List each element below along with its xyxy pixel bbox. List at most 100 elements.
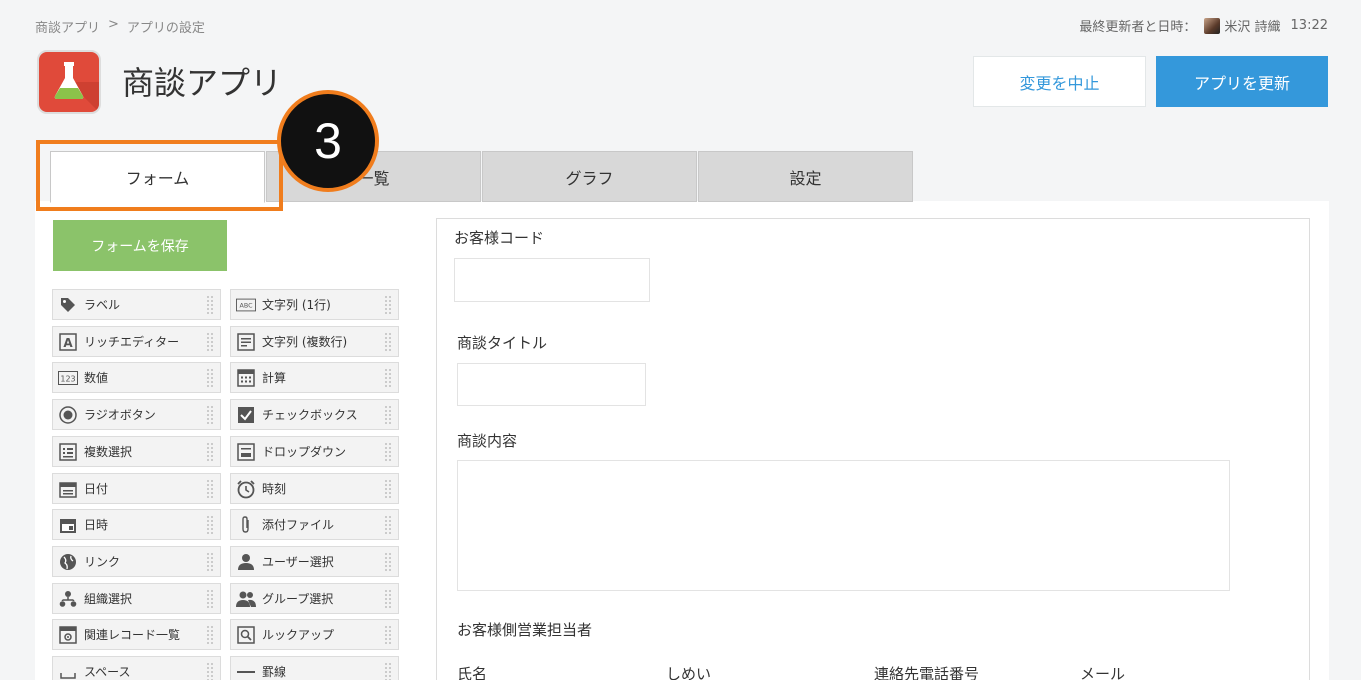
palette-item-org[interactable]: 組織選択: [52, 583, 221, 614]
palette-item-number[interactable]: 123 数値: [52, 362, 221, 393]
flask-icon: [37, 50, 101, 114]
svg-text:A: A: [63, 336, 73, 350]
palette-item-paperclip[interactable]: 添付ファイル: [230, 509, 399, 540]
step-number-badge: 3: [277, 90, 379, 192]
deal-title-field[interactable]: [457, 363, 646, 406]
deal-content-field[interactable]: [457, 460, 1230, 591]
tag-icon: [58, 295, 78, 315]
datetime-icon: [58, 515, 78, 535]
globe-icon: [58, 552, 78, 572]
palette-item-dropdown[interactable]: ドロップダウン: [230, 436, 399, 467]
palette-item-label: ドロップダウン: [262, 445, 347, 459]
palette-item-label: 罫線: [262, 665, 287, 679]
org-icon: [58, 589, 78, 609]
contact-group-label: お客様側営業担当者: [457, 621, 593, 639]
drag-handle-icon[interactable]: [206, 552, 214, 572]
palette-item-label: リンク: [84, 555, 121, 569]
palette-item-related-records[interactable]: 関連レコード一覧: [52, 619, 221, 650]
save-form-button[interactable]: フォームを保存: [53, 220, 227, 271]
palette-item-line[interactable]: 罫線: [230, 656, 399, 680]
drag-handle-icon[interactable]: [206, 442, 214, 462]
drag-handle-icon[interactable]: [206, 332, 214, 352]
palette-item-text-multiline[interactable]: 文字列 (複数行): [230, 326, 399, 357]
contact-kana-column: しめい: [666, 665, 712, 680]
palette-item-datetime[interactable]: 日時: [52, 509, 221, 540]
lookup-icon: [236, 625, 256, 645]
update-app-button[interactable]: アプリを更新: [1156, 56, 1328, 107]
drag-handle-icon[interactable]: [384, 368, 392, 388]
cancel-changes-button[interactable]: 変更を中止: [973, 56, 1146, 107]
palette-item-lookup[interactable]: ルックアップ: [230, 619, 399, 650]
last-updated-label: 最終更新者と日時：: [1079, 20, 1197, 35]
last-updated: 最終更新者と日時： 米沢 詩織 13:22: [1079, 16, 1328, 35]
breadcrumb-app-link[interactable]: 商談アプリ: [35, 17, 100, 36]
drag-handle-icon[interactable]: [384, 442, 392, 462]
tab-graph[interactable]: グラフ: [482, 151, 697, 202]
palette-item-label: ラベル: [84, 298, 121, 312]
drag-handle-icon[interactable]: [206, 625, 214, 645]
form-canvas: お客様コード 商談タイトル 商談内容 お客様側営業担当者 氏名 しめい 連絡先電…: [436, 218, 1310, 680]
drag-handle-icon[interactable]: [384, 295, 392, 315]
palette-item-label: スペース: [84, 665, 131, 679]
palette-item-label: チェックボックス: [262, 408, 358, 422]
palette-item-label: 計算: [262, 371, 287, 385]
drag-handle-icon[interactable]: [206, 405, 214, 425]
drag-handle-icon[interactable]: [384, 479, 392, 499]
palette-item-checkbox[interactable]: チェックボックス: [230, 399, 399, 430]
palette-item-radio[interactable]: ラジオボタン: [52, 399, 221, 430]
palette-item-label: 日付: [84, 482, 109, 496]
drag-handle-icon[interactable]: [384, 662, 392, 680]
palette-item-label: 日時: [84, 518, 109, 532]
drag-handle-icon[interactable]: [206, 515, 214, 535]
contact-name-column: 氏名: [457, 665, 488, 680]
palette-item-label: 関連レコード一覧: [84, 628, 181, 642]
palette-item-label: 組織選択: [84, 592, 133, 606]
date-icon: [58, 479, 78, 499]
drag-handle-icon[interactable]: [384, 552, 392, 572]
drag-handle-icon[interactable]: [384, 589, 392, 609]
drag-handle-icon[interactable]: [206, 589, 214, 609]
drag-handle-icon[interactable]: [384, 405, 392, 425]
palette-item-date[interactable]: 日付: [52, 473, 221, 504]
svg-text:ABC: ABC: [239, 302, 253, 309]
clock-icon: [236, 479, 256, 499]
palette-item-label: リッチエディター: [84, 335, 180, 349]
line-icon: [236, 662, 256, 680]
palette-item-multi-select[interactable]: 複数選択: [52, 436, 221, 467]
palette-item-globe[interactable]: リンク: [52, 546, 221, 577]
drag-handle-icon[interactable]: [206, 662, 214, 680]
drag-handle-icon[interactable]: [206, 295, 214, 315]
rich-editor-icon: A: [58, 332, 78, 352]
palette-item-clock[interactable]: 時刻: [230, 473, 399, 504]
contact-email-column: メール: [1080, 665, 1126, 680]
deal-title-label: 商談タイトル: [457, 334, 548, 352]
deal-content-label: 商談内容: [457, 432, 518, 450]
drag-handle-icon[interactable]: [206, 368, 214, 388]
palette-item-tag[interactable]: ラベル: [52, 289, 221, 320]
palette-item-user[interactable]: ユーザー選択: [230, 546, 399, 577]
palette-item-group[interactable]: グループ選択: [230, 583, 399, 614]
drag-handle-icon[interactable]: [384, 332, 392, 352]
palette-item-label: 文字列 (複数行): [262, 335, 348, 349]
palette-item-label: ラジオボタン: [84, 408, 156, 422]
palette-item-rich-editor[interactable]: A リッチエディター: [52, 326, 221, 357]
customer-code-field[interactable]: [454, 258, 650, 302]
last-updated-user[interactable]: 米沢 詩織: [1224, 16, 1280, 35]
palette-item-label: グループ選択: [262, 592, 334, 606]
palette-item-label: 添付ファイル: [262, 518, 335, 532]
drag-handle-icon[interactable]: [384, 625, 392, 645]
palette-item-label: 複数選択: [84, 445, 133, 459]
tab-settings[interactable]: 設定: [698, 151, 913, 202]
number-icon: 123: [58, 368, 78, 388]
palette-item-space[interactable]: スペース: [52, 656, 221, 680]
text-multiline-icon: [236, 332, 256, 352]
palette-item-text-line[interactable]: ABC 文字列 (1行): [230, 289, 399, 320]
drag-handle-icon[interactable]: [384, 515, 392, 535]
palette-item-calculator[interactable]: 計算: [230, 362, 399, 393]
palette-item-label: 文字列 (1行): [262, 298, 331, 312]
last-updated-time: 13:22: [1290, 18, 1328, 33]
breadcrumb: 商談アプリ > アプリの設定: [35, 17, 205, 36]
customer-code-label: お客様コード: [454, 229, 545, 247]
drag-handle-icon[interactable]: [206, 479, 214, 499]
user-icon: [236, 552, 256, 572]
